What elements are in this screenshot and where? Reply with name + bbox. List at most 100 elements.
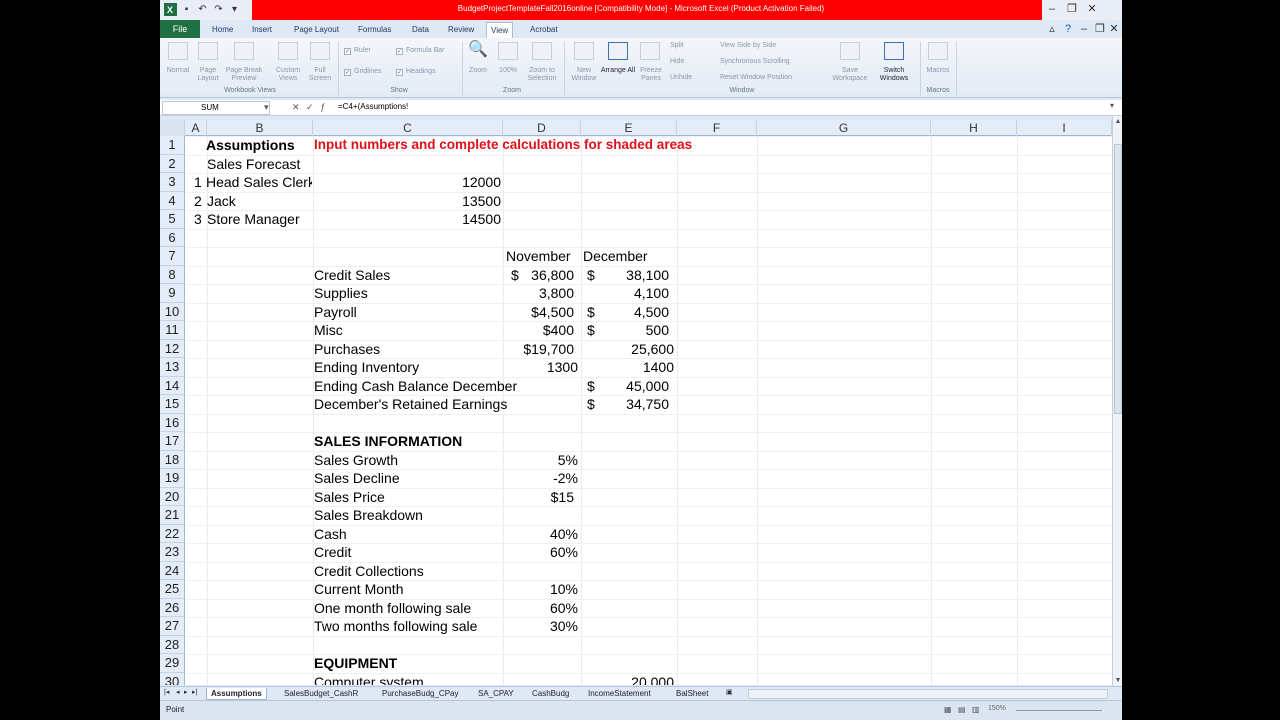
cell-c5[interactable]: 14500 bbox=[313, 210, 501, 229]
cell-d23[interactable]: 60% bbox=[503, 543, 578, 562]
cell-d13[interactable]: 1300 bbox=[503, 358, 578, 377]
row-header[interactable]: 25 bbox=[160, 580, 184, 599]
cell-c20[interactable]: Sales Price bbox=[314, 488, 385, 507]
cell-d27[interactable]: 30% bbox=[503, 617, 578, 636]
sheet-tab-assumptions[interactable]: Assumptions bbox=[206, 688, 267, 700]
row-header[interactable]: 7 bbox=[160, 247, 184, 266]
cell-c9[interactable]: Supplies bbox=[314, 284, 368, 303]
name-box[interactable]: SUM bbox=[162, 101, 270, 115]
gridlines-checkbox[interactable]: ✓ Gridlines bbox=[344, 68, 382, 76]
column-header[interactable]: G bbox=[757, 120, 931, 136]
doc-minimize-icon[interactable]: – bbox=[1076, 22, 1092, 36]
column-header[interactable]: H bbox=[931, 120, 1017, 136]
cell-c19[interactable]: Sales Decline bbox=[314, 469, 400, 488]
cell-b5[interactable]: Store Manager bbox=[207, 210, 300, 229]
file-tab[interactable]: File bbox=[160, 20, 200, 38]
freeze-panes-button[interactable]: Freeze Panes bbox=[634, 67, 668, 83]
tab-insert[interactable]: Insert bbox=[248, 22, 276, 38]
cell-a3[interactable]: 1 bbox=[194, 173, 202, 192]
zoom-to-selection-button[interactable]: Zoom to Selection bbox=[522, 67, 562, 83]
tab-page-layout[interactable]: Page Layout bbox=[290, 22, 343, 38]
normal-view-status-icon[interactable]: ▦ bbox=[944, 705, 952, 714]
tab-formulas[interactable]: Formulas bbox=[354, 22, 395, 38]
column-header[interactable]: C bbox=[313, 120, 503, 136]
zoom-slider[interactable] bbox=[1016, 710, 1102, 711]
macros-button[interactable]: Macros bbox=[920, 67, 956, 75]
row-header[interactable]: 26 bbox=[160, 599, 184, 617]
cell-e14[interactable]: 45,000 bbox=[581, 377, 669, 396]
row-header[interactable]: 29 bbox=[160, 654, 184, 673]
cell-d10[interactable]: $4,500 bbox=[503, 303, 574, 322]
cell-c12[interactable]: Purchases bbox=[314, 340, 380, 359]
horizontal-scrollbar[interactable] bbox=[748, 689, 1108, 699]
tab-data[interactable]: Data bbox=[408, 22, 433, 38]
view-side-by-side-button[interactable]: View Side by Side bbox=[720, 42, 776, 50]
unhide-button[interactable]: Unhide bbox=[670, 74, 692, 82]
insert-function-icon[interactable]: ƒ bbox=[320, 102, 325, 112]
cell-c27[interactable]: Two months following sale bbox=[314, 617, 477, 636]
hide-button[interactable]: Hide bbox=[670, 58, 684, 66]
zoom-button[interactable]: Zoom bbox=[464, 67, 492, 75]
row-header[interactable]: 2 bbox=[160, 155, 184, 173]
sheet-tab-sa-cpay[interactable]: SA_CPAY bbox=[474, 688, 518, 700]
cell-d19[interactable]: -2% bbox=[503, 469, 578, 488]
row-header[interactable]: 5 bbox=[160, 210, 184, 229]
row-header[interactable]: 21 bbox=[160, 506, 184, 525]
zoom-100-button[interactable]: 100% bbox=[494, 67, 522, 75]
page-break-status-icon[interactable]: ▥ bbox=[972, 705, 980, 714]
row-header[interactable]: 14 bbox=[160, 377, 184, 395]
cell-e11[interactable]: 500 bbox=[581, 321, 669, 340]
column-header[interactable]: B bbox=[207, 120, 313, 136]
row-header[interactable]: 22 bbox=[160, 525, 184, 543]
tab-view[interactable]: View bbox=[486, 22, 514, 38]
help-icon[interactable]: ? bbox=[1060, 22, 1076, 36]
row-header[interactable]: 11 bbox=[160, 321, 184, 340]
cell-c25[interactable]: Current Month bbox=[314, 580, 403, 599]
save-workspace-button[interactable]: Save Workspace bbox=[828, 67, 872, 83]
cell-e12[interactable]: 25,600 bbox=[581, 340, 674, 359]
formula-bar-checkbox[interactable]: ✓ Formula Bar bbox=[396, 47, 445, 55]
cell-b4[interactable]: Jack bbox=[207, 192, 236, 211]
arrange-all-button[interactable]: Arrange All bbox=[600, 67, 636, 75]
column-header[interactable]: E bbox=[581, 120, 677, 136]
enter-icon[interactable]: ✓ bbox=[306, 102, 314, 113]
cell-c3[interactable]: 12000 bbox=[313, 173, 501, 192]
row-header[interactable]: 1 bbox=[160, 136, 184, 155]
cell-b2[interactable]: Sales Forecast bbox=[207, 155, 300, 174]
sheet-tab-balsheet[interactable]: BalSheet bbox=[672, 688, 712, 700]
tab-review[interactable]: Review bbox=[444, 22, 478, 38]
cell-c26[interactable]: One month following sale bbox=[314, 599, 471, 618]
cell-e9[interactable]: 4,100 bbox=[581, 284, 669, 303]
first-sheet-icon[interactable]: |◂ bbox=[164, 688, 169, 696]
cell-a5[interactable]: 3 bbox=[194, 210, 202, 229]
normal-view-button[interactable]: Normal bbox=[162, 67, 194, 75]
row-header[interactable]: 24 bbox=[160, 562, 184, 580]
page-layout-button[interactable]: Page Layout bbox=[192, 67, 224, 83]
sheet-tab-salesbudget[interactable]: SalesBudget_CashR bbox=[280, 688, 362, 700]
cell-d7[interactable]: November bbox=[506, 247, 571, 266]
row-header[interactable]: 16 bbox=[160, 414, 184, 432]
cell-b3[interactable]: Head Sales Clerk bbox=[206, 173, 312, 192]
cell-c18[interactable]: Sales Growth bbox=[314, 451, 398, 470]
cell-c4[interactable]: 13500 bbox=[313, 192, 501, 211]
sheet-tab-purchasebudg[interactable]: PurchaseBudg_CPay bbox=[378, 688, 463, 700]
cell-c11[interactable]: Misc bbox=[314, 321, 343, 340]
cell-c30[interactable]: Computer system bbox=[314, 673, 424, 686]
cell-d22[interactable]: 40% bbox=[503, 525, 578, 544]
row-header[interactable]: 8 bbox=[160, 266, 184, 284]
tab-acrobat[interactable]: Acrobat bbox=[526, 22, 562, 38]
row-header[interactable]: 13 bbox=[160, 358, 184, 377]
row-header[interactable]: 27 bbox=[160, 617, 184, 636]
vertical-scrollbar[interactable]: ▲ ▼ bbox=[1112, 116, 1122, 686]
cell-c15[interactable]: December's Retained Earnings bbox=[314, 395, 507, 414]
cell-c22[interactable]: Cash bbox=[314, 525, 347, 544]
cell-d12[interactable]: $19,700 bbox=[503, 340, 574, 359]
last-sheet-icon[interactable]: ▸| bbox=[192, 688, 197, 696]
cell-e10[interactable]: 4,500 bbox=[581, 303, 669, 322]
column-header[interactable]: I bbox=[1017, 120, 1112, 136]
ribbon-minimize-icon[interactable]: ▵ bbox=[1044, 22, 1060, 36]
cell-c8[interactable]: Credit Sales bbox=[314, 266, 390, 285]
cell-e7[interactable]: December bbox=[583, 247, 648, 266]
cell-c21[interactable]: Sales Breakdown bbox=[314, 506, 423, 525]
cell-c1[interactable]: Input numbers and complete calculations … bbox=[314, 136, 692, 155]
